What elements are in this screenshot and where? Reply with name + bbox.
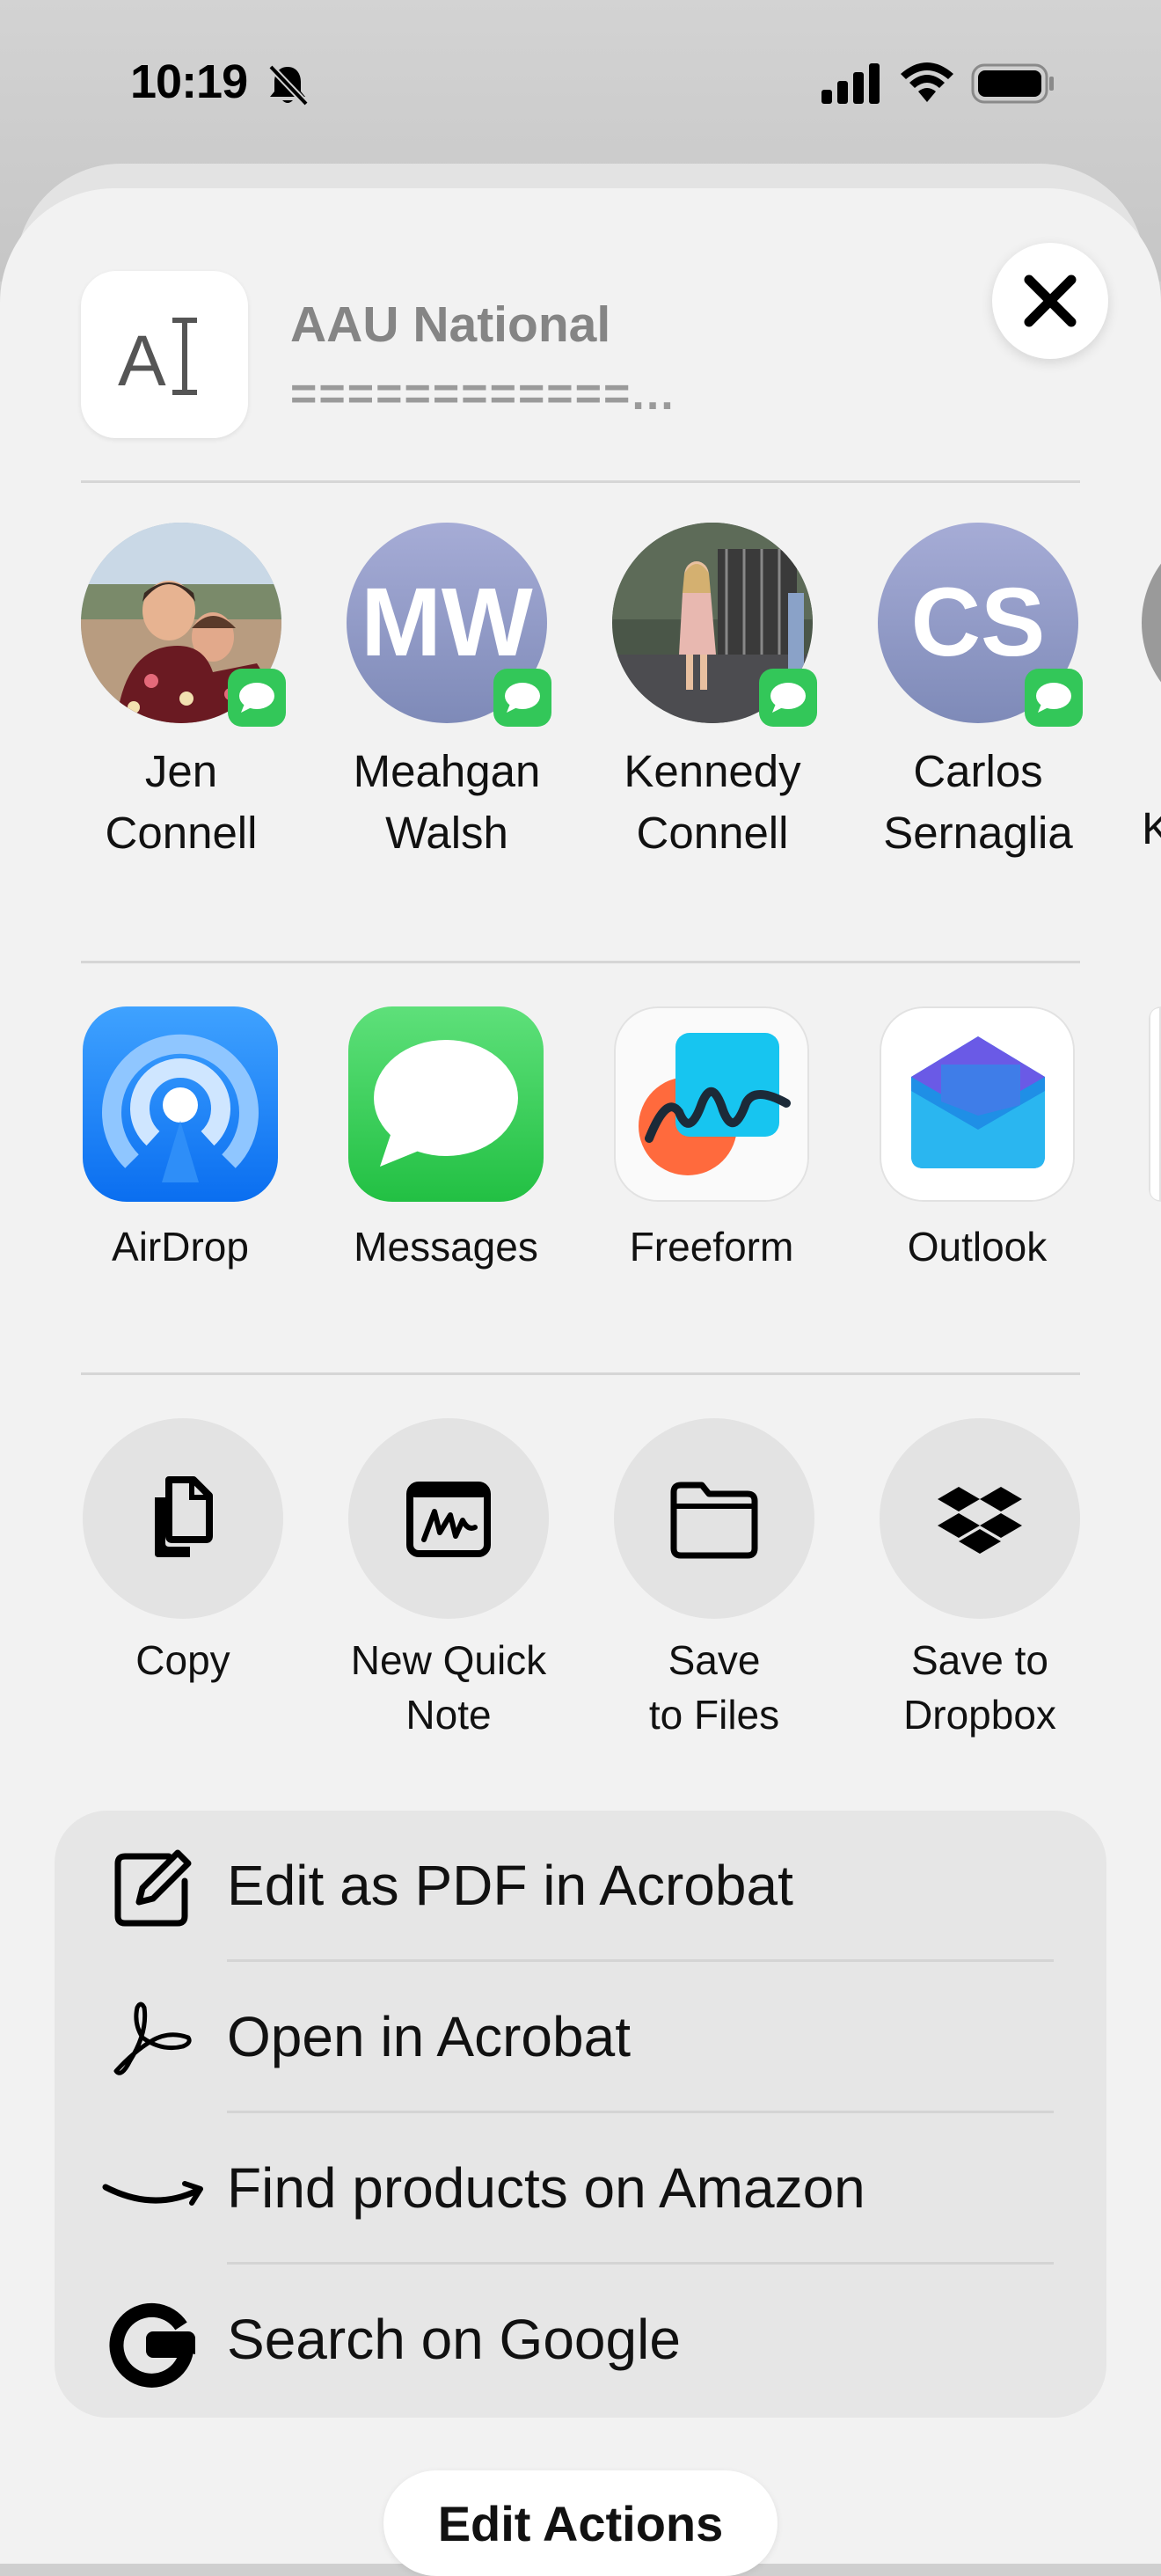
airdrop-icon — [83, 1006, 278, 1202]
messages-icon — [348, 1006, 544, 1202]
quick-note-icon — [406, 1482, 491, 1557]
list-item-label: Search on Google — [227, 2308, 681, 2371]
cellular-signal-icon — [821, 63, 880, 104]
list-item-search-google[interactable]: Search on Google — [55, 2265, 1106, 2416]
avatar — [1142, 523, 1161, 723]
contact-first-name: Carlos — [913, 746, 1043, 796]
imessage-badge-icon — [228, 669, 286, 727]
actions-list: Edit as PDF in Acrobat Open in Acrobat F… — [55, 1811, 1106, 2418]
amazon-icon — [102, 2181, 203, 2206]
contact-last-name: Connell — [636, 808, 789, 858]
action-label-2: to Files — [648, 1692, 780, 1738]
status-bar: 10:19 — [0, 0, 1161, 167]
imessage-badge-icon — [493, 669, 551, 727]
action-label-2: Dropbox — [903, 1692, 1056, 1738]
edit-pdf-icon — [114, 1849, 192, 1927]
app-label: Messages — [354, 1224, 538, 1270]
list-item-label: Open in Acrobat — [227, 2005, 631, 2068]
action-label: New Quick — [350, 1637, 547, 1683]
close-icon — [1024, 274, 1077, 327]
google-icon — [109, 2302, 195, 2388]
contact-first-name: Jen — [144, 746, 218, 796]
copy-icon — [155, 1476, 213, 1557]
close-button[interactable] — [992, 243, 1108, 359]
action-label: Save to — [911, 1637, 1048, 1683]
contact-first-name: Kennedy — [624, 746, 801, 796]
text-cursor-icon: A — [118, 318, 197, 401]
list-item-open-in-acrobat[interactable]: Open in Acrobat — [55, 1962, 1106, 2113]
list-item-label: Find products on Amazon — [227, 2156, 865, 2220]
outlook-icon — [880, 1006, 1075, 1202]
action-label: Save — [668, 1637, 761, 1683]
wifi-icon — [901, 62, 953, 102]
app-label: Freeform — [629, 1224, 794, 1270]
contact-partial[interactable]: K — [1142, 523, 1161, 857]
contact-first-name: Meahgan — [353, 746, 541, 796]
acrobat-icon — [113, 2002, 192, 2075]
shared-item-subtitle: ============... — [290, 369, 675, 420]
contact-last-name: K — [1142, 803, 1161, 853]
divider — [81, 480, 1080, 483]
document-thumbnail: A — [81, 271, 248, 438]
battery-icon — [971, 63, 1054, 104]
imessage-badge-icon — [759, 669, 817, 727]
edit-actions-button[interactable]: Edit Actions — [383, 2470, 778, 2576]
folder-icon — [670, 1482, 758, 1559]
app-label: Outlook — [907, 1224, 1048, 1270]
contact-last-name: Walsh — [385, 808, 508, 858]
contact-last-name: Sernaglia — [883, 808, 1073, 858]
svg-text:A: A — [118, 321, 166, 401]
app-label: AirDrop — [112, 1224, 249, 1270]
freeform-icon — [614, 1006, 809, 1202]
app-partial[interactable] — [1149, 1006, 1161, 1202]
dropbox-icon — [938, 1487, 1022, 1554]
contact-last-name: Connell — [105, 808, 258, 858]
edit-actions-label: Edit Actions — [437, 2496, 724, 2551]
divider — [81, 1372, 1080, 1375]
action-label: Copy — [135, 1637, 230, 1683]
action-label-2: Note — [405, 1692, 492, 1738]
imessage-badge-icon — [1025, 669, 1083, 727]
silent-mode-icon — [268, 64, 309, 106]
clock: 10:19 — [130, 55, 248, 108]
list-item-find-products-amazon[interactable]: Find products on Amazon — [55, 2113, 1106, 2265]
divider — [81, 961, 1080, 963]
shared-item-title: AAU National — [290, 296, 611, 353]
list-item-edit-pdf-acrobat[interactable]: Edit as PDF in Acrobat — [55, 1811, 1106, 1962]
list-item-label: Edit as PDF in Acrobat — [227, 1854, 793, 1917]
